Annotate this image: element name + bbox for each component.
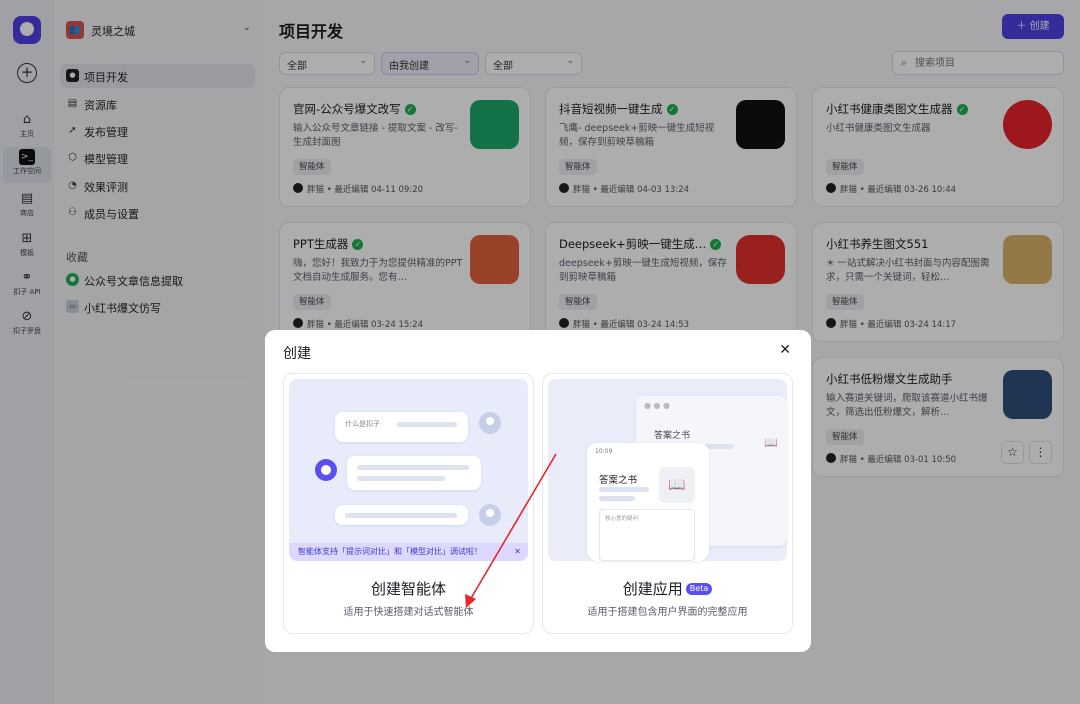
arrow-head xyxy=(465,594,476,608)
annotation-arrow xyxy=(465,453,557,608)
arrow-shaft xyxy=(469,453,557,601)
